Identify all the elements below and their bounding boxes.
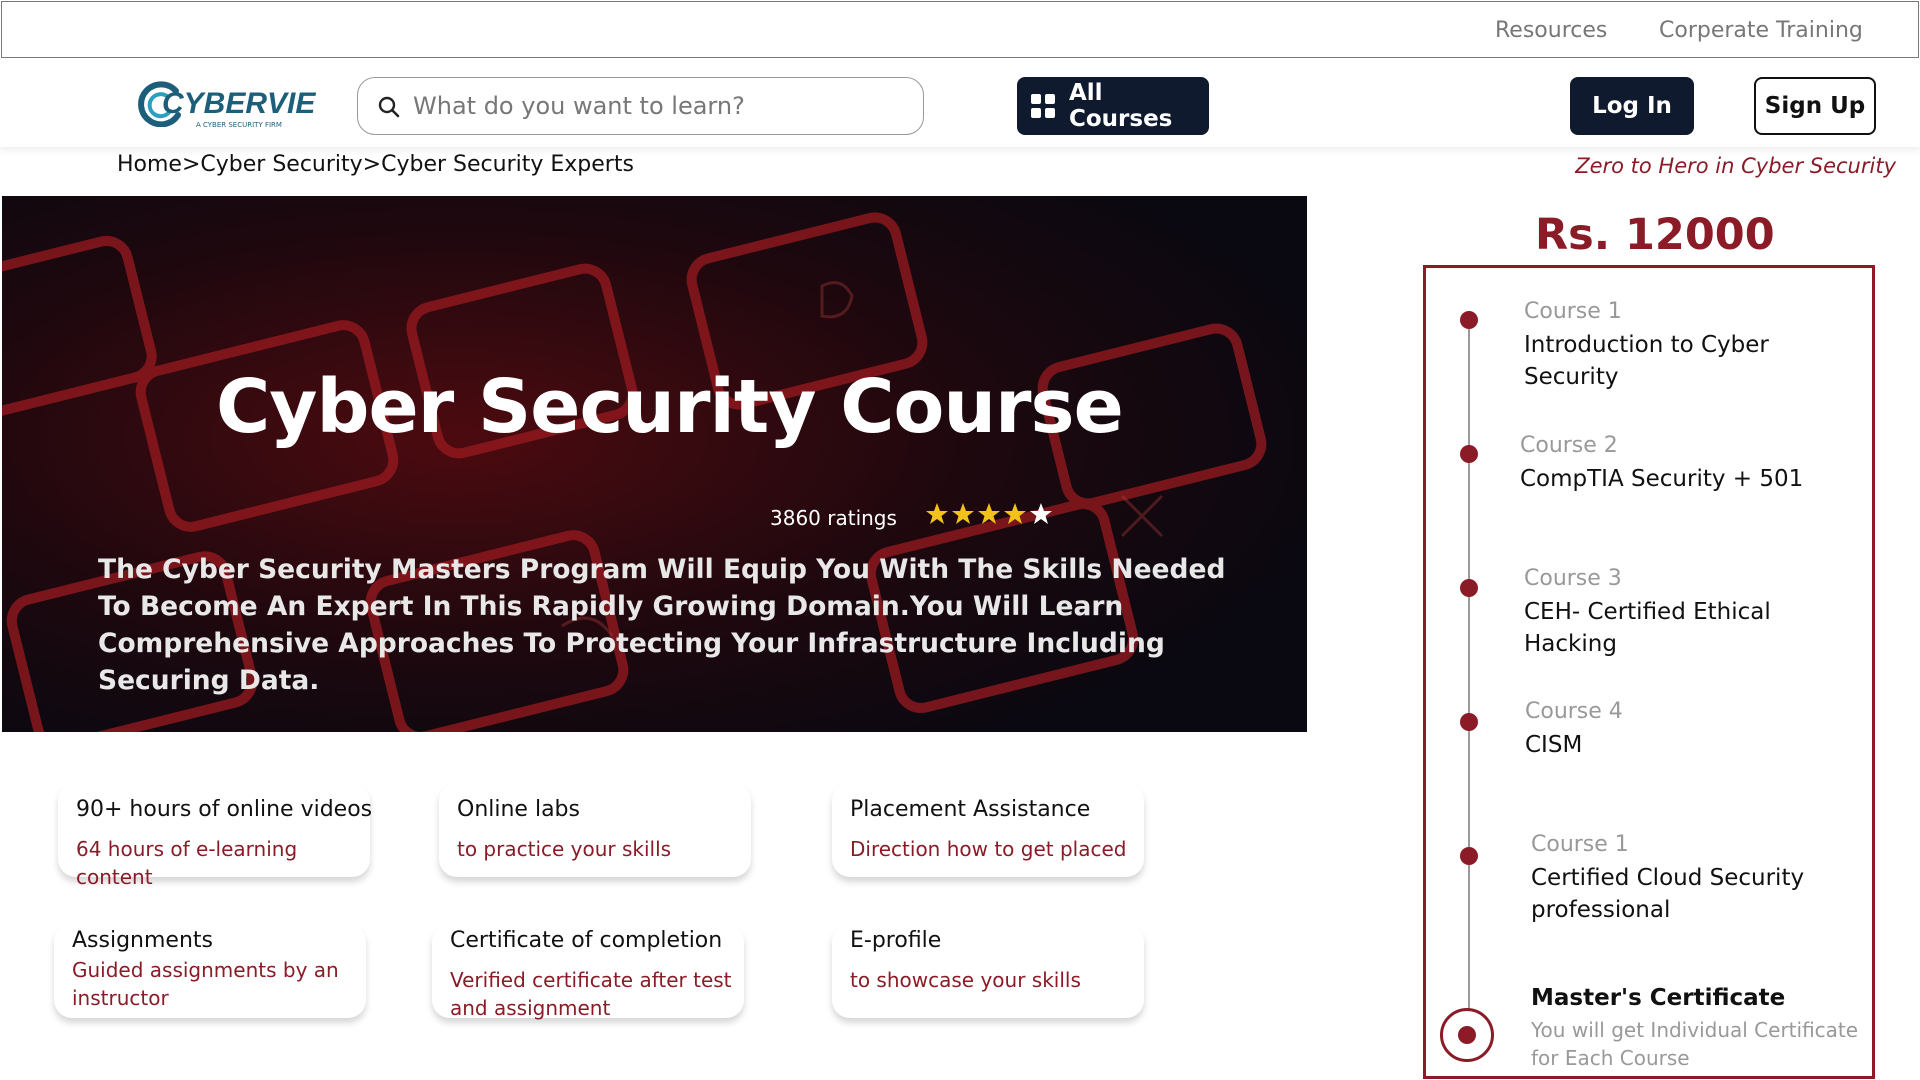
top-utility-bar: Resources Corperate Training (1, 1, 1919, 58)
timeline-dot (1460, 579, 1478, 597)
star-icon-filled (978, 503, 1000, 524)
breadcrumb-separator: > (362, 152, 382, 177)
feature-title: Online labs (457, 797, 580, 822)
resources-link[interactable]: Resources (1495, 18, 1607, 43)
search-input[interactable] (413, 86, 903, 126)
course-name: CISM (1525, 732, 1583, 758)
tagline: Zero to Hero in Cyber Security (1575, 154, 1896, 178)
feature-desc: to practice your skills (457, 837, 672, 861)
timeline-line (1468, 322, 1470, 1038)
feature-desc: Guided assignments by an instructor (72, 958, 339, 1010)
main-header: CYBERVIE A CYBER SECURITY FIRM All Cours… (0, 59, 1920, 147)
feature-title: E-profile (850, 928, 942, 953)
course-name: Certified Cloud Security professional (1531, 865, 1805, 923)
grid-icon (1031, 94, 1055, 118)
search-icon (378, 96, 400, 118)
signup-button[interactable]: Sign Up (1754, 77, 1876, 135)
feature-title: Certificate of completion (450, 928, 723, 953)
certificate-ring-icon (1440, 1008, 1494, 1062)
ratings-count: 3860 ratings (770, 506, 897, 530)
feature-title: 90+ hours of online videos (76, 797, 373, 822)
star-icon-empty (1030, 503, 1052, 524)
certificate-title: Master's Certificate (1531, 985, 1786, 1011)
timeline-dot (1460, 713, 1478, 731)
course-name: CompTIA Security + 501 (1520, 466, 1804, 492)
star-icon-filled (926, 503, 948, 524)
breadcrumb-separator: > (181, 152, 201, 177)
breadcrumb-home[interactable]: Home (117, 152, 182, 177)
login-button[interactable]: Log In (1570, 77, 1694, 135)
timeline-dot (1460, 445, 1478, 463)
star-icon-filled (1004, 503, 1026, 524)
certificate-desc: You will get Individual Certificate for … (1531, 1018, 1859, 1070)
course-number: Course 3 (1524, 566, 1622, 591)
feature-card-assignments: Assignments Guided assignments by an ins… (54, 924, 366, 1018)
curriculum-panel: Course 1 Introduction to Cyber Security … (1423, 265, 1875, 1079)
star-rating (925, 502, 1053, 526)
feature-card-placement: Placement Assistance Direction how to ge… (832, 783, 1144, 877)
feature-card-certificate: Certificate of completion Verified certi… (432, 924, 744, 1020)
feature-card-labs: Online labs to practice your skills (439, 783, 751, 877)
course-name: Introduction to Cyber Security (1524, 332, 1769, 390)
hero-title: Cyber Security Course (216, 364, 1124, 450)
feature-card-videos: 90+ hours of online videos 64 hours of e… (58, 783, 373, 889)
feature-card-eprofile: E-profile to showcase your skills (832, 924, 1144, 1018)
logo-tagline: A CYBER SECURITY FIRM (196, 121, 282, 129)
hero-description: The Cyber Security Masters Program Will … (98, 554, 1226, 696)
feature-desc: Verified certificate after test and assi… (450, 968, 732, 1020)
hero-banner: Cyber Security Course 3860 ratings The C… (2, 196, 1307, 732)
timeline-dot (1460, 311, 1478, 329)
course-number: Course 2 (1520, 433, 1618, 458)
feature-title: Assignments (72, 928, 213, 953)
feature-desc: to showcase your skills (850, 968, 1081, 992)
page: Resources Corperate Training CYBERVIE A … (0, 0, 1920, 1080)
all-courses-label: All Courses (1069, 80, 1173, 132)
logo[interactable]: CYBERVIE A CYBER SECURITY FIRM (138, 75, 315, 135)
course-number: Course 1 (1524, 299, 1622, 324)
search-box[interactable] (357, 77, 924, 135)
logo-text: CYBERVIE (162, 87, 316, 120)
course-number: Course 4 (1525, 699, 1623, 724)
course-number: Course 1 (1531, 832, 1629, 857)
feature-desc: Direction how to get placed (850, 837, 1127, 861)
timeline-dot (1460, 847, 1478, 865)
corporate-training-link[interactable]: Corperate Training (1659, 18, 1863, 43)
breadcrumb-section[interactable]: Cyber Security (200, 152, 362, 177)
breadcrumb-current: Cyber Security Experts (381, 152, 634, 177)
star-icon-filled (952, 503, 974, 524)
course-name: CEH- Certified Ethical Hacking (1524, 599, 1771, 657)
all-courses-button[interactable]: All Courses (1017, 77, 1209, 135)
feature-title: Placement Assistance (850, 797, 1091, 822)
feature-desc: 64 hours of e-learning content (76, 837, 298, 889)
course-price: Rs. 12000 (1535, 210, 1775, 260)
breadcrumb: Home>Cyber Security>Cyber Security Exper… (117, 152, 634, 177)
